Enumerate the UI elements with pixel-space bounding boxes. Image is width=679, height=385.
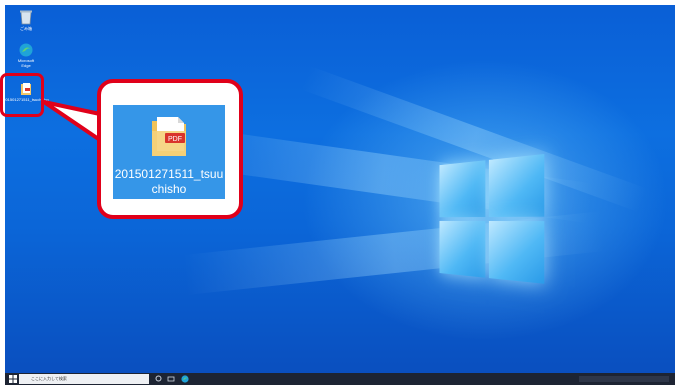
pdf-file-icon: PDF xyxy=(152,117,186,156)
system-tray[interactable] xyxy=(579,376,669,382)
logo-pane xyxy=(488,154,545,217)
task-view-icon[interactable] xyxy=(167,375,175,383)
start-icon[interactable] xyxy=(9,375,17,383)
desktop-icon-label: Microsoft Edge xyxy=(17,58,35,68)
file-name-label: 201501271511_tsuuchisho xyxy=(114,167,224,196)
search-icon[interactable] xyxy=(155,375,163,383)
zoom-callout: PDF 201501271511_tsuuchisho xyxy=(97,79,243,219)
windows-logo xyxy=(439,154,547,286)
taskbar: ここに入力して検索 xyxy=(5,373,675,385)
taskbar-search-box[interactable]: ここに入力して検索 xyxy=(19,374,149,384)
logo-pane xyxy=(439,220,486,278)
logo-pane xyxy=(488,221,545,284)
desktop-icon-recycle-bin[interactable]: ごみ箱 xyxy=(13,9,39,31)
desktop-icon-label: ごみ箱 xyxy=(20,26,32,31)
search-placeholder: ここに入力して検索 xyxy=(31,376,67,381)
screenshot-frame: ごみ箱 Microsoft Edge 201501271511_tsuchish… xyxy=(0,0,679,385)
selected-file-item[interactable]: PDF 201501271511_tsuuchisho xyxy=(113,105,225,199)
logo-pane xyxy=(439,160,486,218)
highlight-ring xyxy=(0,73,44,117)
recycle-bin-icon xyxy=(20,10,32,25)
edge-icon[interactable] xyxy=(181,375,189,383)
pdf-badge: PDF xyxy=(168,136,182,143)
desktop-icon-edge[interactable]: Microsoft Edge xyxy=(13,43,39,68)
edge-icon xyxy=(19,43,33,57)
callout-pointer xyxy=(42,100,102,142)
